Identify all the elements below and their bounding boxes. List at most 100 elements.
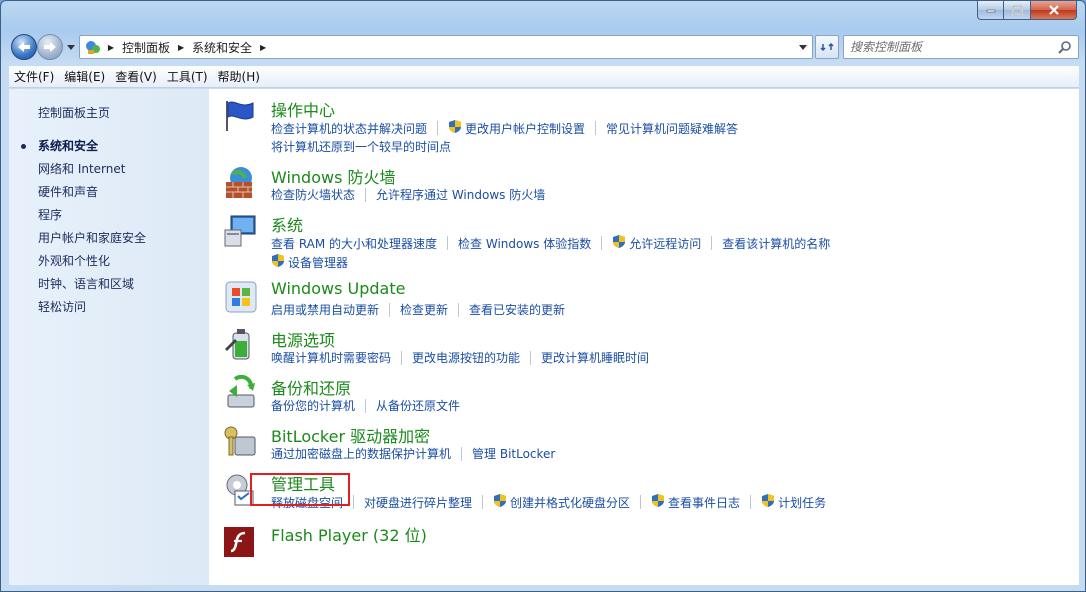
task-link[interactable]: 唤醒计算机时需要密码	[271, 349, 391, 366]
recent-pages-dropdown[interactable]	[66, 42, 76, 52]
task-link-label: 通过加密磁盘上的数据保护计算机	[271, 447, 452, 461]
task-link[interactable]: 查看事件日志	[651, 493, 740, 511]
breadcrumb-arrow-icon[interactable]: ▶	[104, 43, 118, 52]
task-link[interactable]: 允许远程访问	[612, 234, 701, 252]
task-link[interactable]: 将计算机还原到一个较早的时间点	[271, 138, 451, 155]
task-link[interactable]: 创建并格式化硬盘分区	[493, 493, 630, 511]
link-separator	[711, 236, 713, 250]
flash-player-icon[interactable]	[223, 526, 261, 562]
task-link[interactable]: 计划任务	[761, 493, 826, 511]
task-link[interactable]: 管理 BitLocker	[472, 445, 555, 462]
menu-view[interactable]: 查看(V)	[110, 68, 162, 85]
sidebar-item-clock-region[interactable]: 时钟、语言和区域	[38, 275, 134, 292]
category-title[interactable]: Windows Update	[271, 279, 405, 298]
task-link-label: 对硬盘进行碎片整理	[364, 495, 473, 510]
category-link-row: 查看 RAM 的大小和处理器速度 检查 Windows 体验指数 允许远程访问 查看该…	[271, 234, 830, 252]
task-link[interactable]: 查看已安装的更新	[469, 301, 565, 318]
back-button[interactable]	[11, 34, 37, 60]
sidebar-item-network[interactable]: 网络和 Internet	[38, 160, 125, 177]
category-link-row: 检查计算机的状态并解决问题 更改用户帐户控制设置 常见计算机问题疑难解答	[271, 119, 738, 137]
main-panel: 操作中心 检查计算机的状态并解决问题 更改用户帐户控制设置 常见计算机问题疑难解答将计…	[209, 89, 1079, 585]
task-link[interactable]: 更改计算机睡眠时间	[541, 349, 649, 366]
maximize-button[interactable]	[1004, 1, 1031, 20]
task-link-label: 创建并格式化硬盘分区	[510, 495, 631, 510]
breadcrumb-arrow-icon[interactable]: ▶	[174, 43, 188, 52]
task-link[interactable]: 查看 RAM 的大小和处理器速度	[271, 235, 437, 252]
task-link[interactable]: 常见计算机问题疑难解答	[606, 120, 738, 137]
task-link[interactable]: 从备份还原文件	[376, 397, 460, 414]
sidebar-item-system-security: 系统和安全	[38, 139, 99, 153]
task-link[interactable]: 对硬盘进行碎片整理	[364, 494, 472, 511]
sidebar-item-ease-of-access[interactable]: 轻松访问	[38, 298, 86, 315]
link-separator	[601, 236, 603, 250]
minimize-button[interactable]	[977, 1, 1004, 20]
windows-update-icon[interactable]	[223, 279, 261, 315]
current-item-bullet-icon	[21, 144, 26, 149]
task-link[interactable]: 备份您的计算机	[271, 397, 355, 414]
uac-shield-icon	[493, 493, 507, 511]
sidebar-item-user-accounts[interactable]: 用户帐户和家庭安全	[38, 229, 146, 246]
breadcrumb-control-panel[interactable]: 控制面板	[118, 39, 174, 56]
task-link[interactable]: 检查更新	[400, 301, 448, 318]
category-title[interactable]: Flash Player (32 位)	[271, 522, 427, 546]
search-icon[interactable]	[1058, 40, 1072, 57]
task-link-label: 查看事件日志	[668, 495, 741, 510]
task-link-label: 检查 Windows 体验指数	[458, 236, 592, 251]
sidebar-item-appearance[interactable]: 外观和个性化	[38, 252, 110, 269]
task-link[interactable]: 检查计算机的状态并解决问题	[271, 120, 427, 137]
breadcrumb-arrow-icon[interactable]: ▶	[256, 43, 270, 52]
menu-edit[interactable]: 编辑(E)	[59, 68, 110, 85]
task-link[interactable]: 设备管理器	[271, 253, 348, 271]
category-link-row: 检查防火墙状态 允许程序通过 Windows 防火墙	[271, 186, 545, 203]
uac-shield-icon	[271, 253, 285, 271]
window-frame: ▶ 控制面板 ▶ 系统和安全 ▶ 文件(F) 编辑(E) 查看(V) 工具(T)…	[0, 0, 1086, 592]
category-link-row: 释放磁盘空间 对硬盘进行碎片整理 创建并格式化硬盘分区 查看事件日志 计划任务	[271, 493, 826, 511]
menu-file[interactable]: 文件(F)	[9, 68, 59, 85]
menu-help[interactable]: 帮助(H)	[213, 68, 265, 85]
breadcrumb-system-security[interactable]: 系统和安全	[188, 39, 256, 56]
flag-icon[interactable]	[223, 97, 261, 133]
task-link[interactable]: 检查 Windows 体验指数	[458, 235, 591, 252]
task-link[interactable]: 查看该计算机的名称	[722, 235, 830, 252]
category-link-row: 通过加密磁盘上的数据保护计算机 管理 BitLocker	[271, 445, 555, 462]
task-link-label: 更改用户帐户控制设置	[465, 121, 586, 136]
category-link-row: 启用或禁用自动更新 检查更新 查看已安装的更新	[271, 301, 565, 318]
category-title[interactable]: 操作中心	[271, 97, 335, 121]
sidebar-item-hardware[interactable]: 硬件和声音	[38, 183, 98, 200]
battery-icon[interactable]	[223, 327, 261, 363]
task-link[interactable]: 检查防火墙状态	[271, 186, 355, 203]
address-bar[interactable]: ▶ 控制面板 ▶ 系统和安全 ▶	[79, 35, 813, 59]
uac-shield-icon	[612, 234, 626, 252]
backup-icon[interactable]	[223, 374, 261, 411]
forward-button[interactable]	[37, 34, 63, 60]
close-icon	[1048, 5, 1059, 15]
search-box[interactable]	[843, 35, 1079, 59]
task-link[interactable]: 允许程序通过 Windows 防火墙	[376, 186, 545, 203]
chevron-down-icon	[67, 44, 75, 50]
firewall-icon[interactable]	[223, 164, 261, 200]
category-title[interactable]: 备份和还原	[271, 375, 351, 399]
category-title[interactable]: BitLocker 驱动器加密	[271, 423, 430, 447]
search-input[interactable]	[844, 40, 1044, 54]
link-separator	[389, 302, 391, 317]
sidebar-item-programs[interactable]: 程序	[38, 206, 62, 223]
task-link[interactable]: 通过加密磁盘上的数据保护计算机	[271, 445, 451, 462]
address-dropdown[interactable]	[794, 36, 812, 58]
sidebar-item-home[interactable]: 控制面板主页	[38, 104, 110, 121]
computer-icon[interactable]	[223, 212, 261, 248]
link-separator	[458, 302, 460, 317]
menu-tools[interactable]: 工具(T)	[162, 68, 213, 85]
close-button[interactable]	[1031, 1, 1077, 20]
task-link[interactable]: 启用或禁用自动更新	[271, 301, 379, 318]
category-title[interactable]: 系统	[271, 212, 303, 236]
task-link-label: 检查更新	[400, 303, 449, 317]
control-panel-icon	[82, 36, 104, 58]
refresh-button[interactable]	[815, 35, 839, 59]
back-arrow-icon	[18, 42, 30, 52]
category-title[interactable]: Windows 防火墙	[271, 164, 396, 188]
task-link-label: 唤醒计算机时需要密码	[271, 351, 392, 365]
bitlocker-key-icon[interactable]	[223, 423, 261, 459]
category-title[interactable]: 电源选项	[271, 327, 335, 351]
task-link[interactable]: 更改用户帐户控制设置	[448, 119, 585, 137]
task-link[interactable]: 更改电源按钮的功能	[412, 349, 520, 366]
